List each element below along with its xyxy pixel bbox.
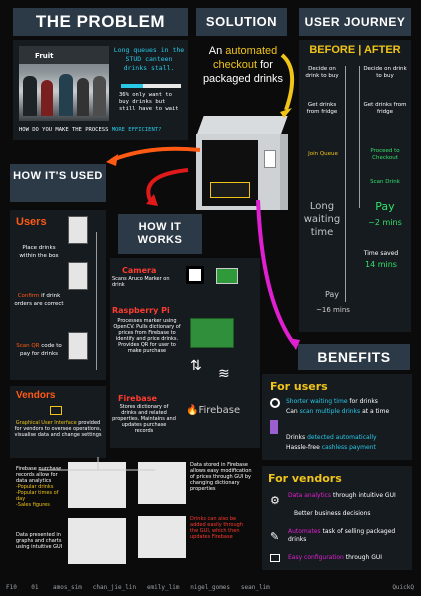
footer-member: chan_jie_lin <box>92 584 137 591</box>
footer-member: emily_lim <box>146 584 180 591</box>
footer-code: F10 <box>6 584 17 591</box>
footer-member: sean_lim <box>240 584 270 591</box>
footer-team: 01 <box>31 584 39 591</box>
footer-member: amos_sim <box>52 584 82 591</box>
footer-member: nigel_gomes <box>190 584 231 591</box>
footer: F10 01 amos_sim chan_jie_lin emily_lim n… <box>6 584 416 594</box>
flow-arrows <box>40 53 300 471</box>
footer-brand: QuickQ <box>392 584 414 591</box>
